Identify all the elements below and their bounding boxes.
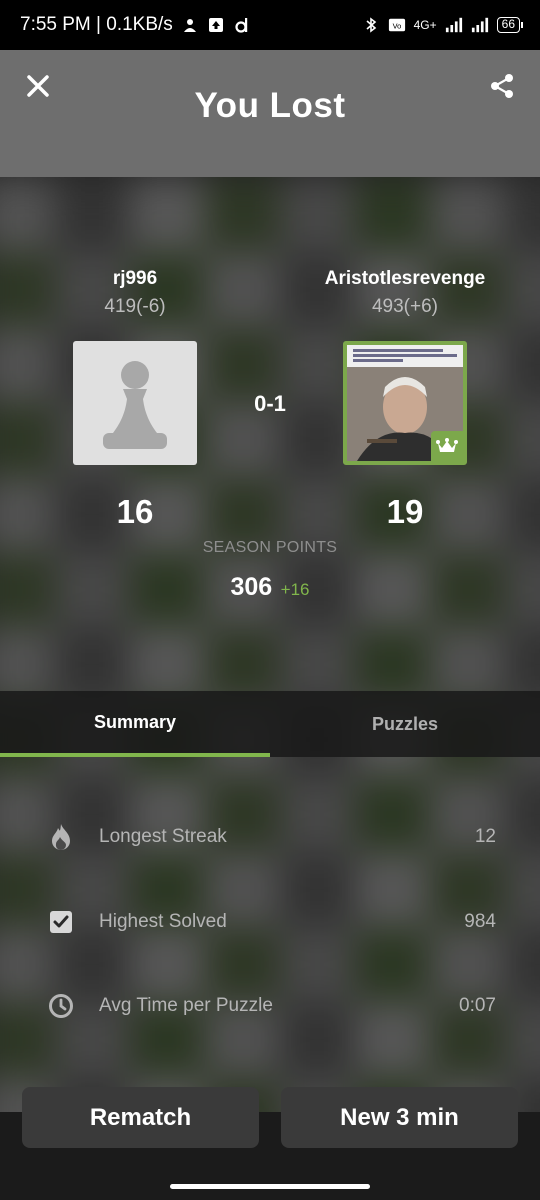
rematch-button[interactable]: Rematch [22, 1087, 259, 1148]
tab-bar: Summary Puzzles [0, 691, 540, 757]
result-header: You Lost [0, 50, 540, 177]
summary-value: 984 [464, 911, 496, 932]
season-total-value: 306 [230, 573, 273, 601]
signal-icon [445, 17, 462, 33]
players-panel: rj996 419(-6) Aristotlesrevenge 493(+6) … [0, 177, 540, 692]
page-title: You Lost [194, 86, 346, 125]
season-points-total: 306 +16 [0, 573, 540, 602]
summary-list: Longest Streak 12 Highest Solved 984 Avg… [0, 757, 540, 1047]
player-left-season-points: 16 [116, 493, 154, 530]
player-right-name: Aristotlesrevenge [324, 268, 486, 289]
clock-icon [48, 993, 74, 1019]
tab-puzzles[interactable]: Puzzles [270, 691, 540, 757]
new-game-button[interactable]: New 3 min [281, 1087, 518, 1148]
home-indicator[interactable] [170, 1184, 370, 1189]
status-bar: 7:55 PM | 0.1KB/s Vo 4G+ 66 [0, 0, 540, 50]
player-right-rating: 493(+6) [371, 296, 439, 317]
network-label: 4G+ [413, 18, 437, 32]
game-score: 0-1 [254, 391, 286, 416]
crown-icon [436, 438, 458, 452]
summary-label: Highest Solved [99, 911, 227, 932]
signal-icon-2 [471, 17, 488, 33]
bluetooth-icon [366, 17, 376, 33]
volte-icon: Vo [388, 18, 405, 32]
app-icon [235, 18, 247, 33]
share-icon[interactable] [488, 72, 516, 100]
notification-icon [183, 19, 196, 32]
tab-summary[interactable]: Summary [0, 691, 270, 757]
summary-value: 0:07 [459, 995, 496, 1016]
season-total-delta: +16 [280, 580, 310, 599]
player-right-avatar[interactable] [343, 341, 467, 465]
player-right-season-points: 19 [386, 493, 424, 530]
battery-indicator: 66 [496, 17, 524, 33]
summary-label: Avg Time per Puzzle [99, 995, 273, 1016]
svg-text:Vo: Vo [392, 22, 401, 31]
summary-label: Longest Streak [99, 826, 227, 847]
player-left-name: rj996 [112, 268, 158, 289]
summary-row-longest-streak: Longest Streak 12 [0, 817, 540, 857]
player-left-avatar[interactable] [73, 341, 197, 465]
checkbox-icon [48, 909, 74, 935]
summary-value: 12 [474, 826, 496, 847]
player-left-rating: 419(-6) [104, 296, 166, 317]
upload-icon [208, 18, 223, 32]
summary-row-avg-time: Avg Time per Puzzle 0:07 [0, 986, 540, 1026]
pawn-icon [103, 361, 167, 449]
status-right: Vo 4G+ 66 [362, 16, 524, 34]
season-points-label: SEASON POINTS [202, 539, 338, 556]
status-left: 7:55 PM | 0.1KB/s [20, 14, 251, 36]
summary-row-highest-solved: Highest Solved 984 [0, 902, 540, 942]
flame-icon [48, 824, 74, 851]
status-time: 7:55 PM | 0.1KB/s [20, 14, 173, 35]
crown-badge [431, 431, 463, 461]
